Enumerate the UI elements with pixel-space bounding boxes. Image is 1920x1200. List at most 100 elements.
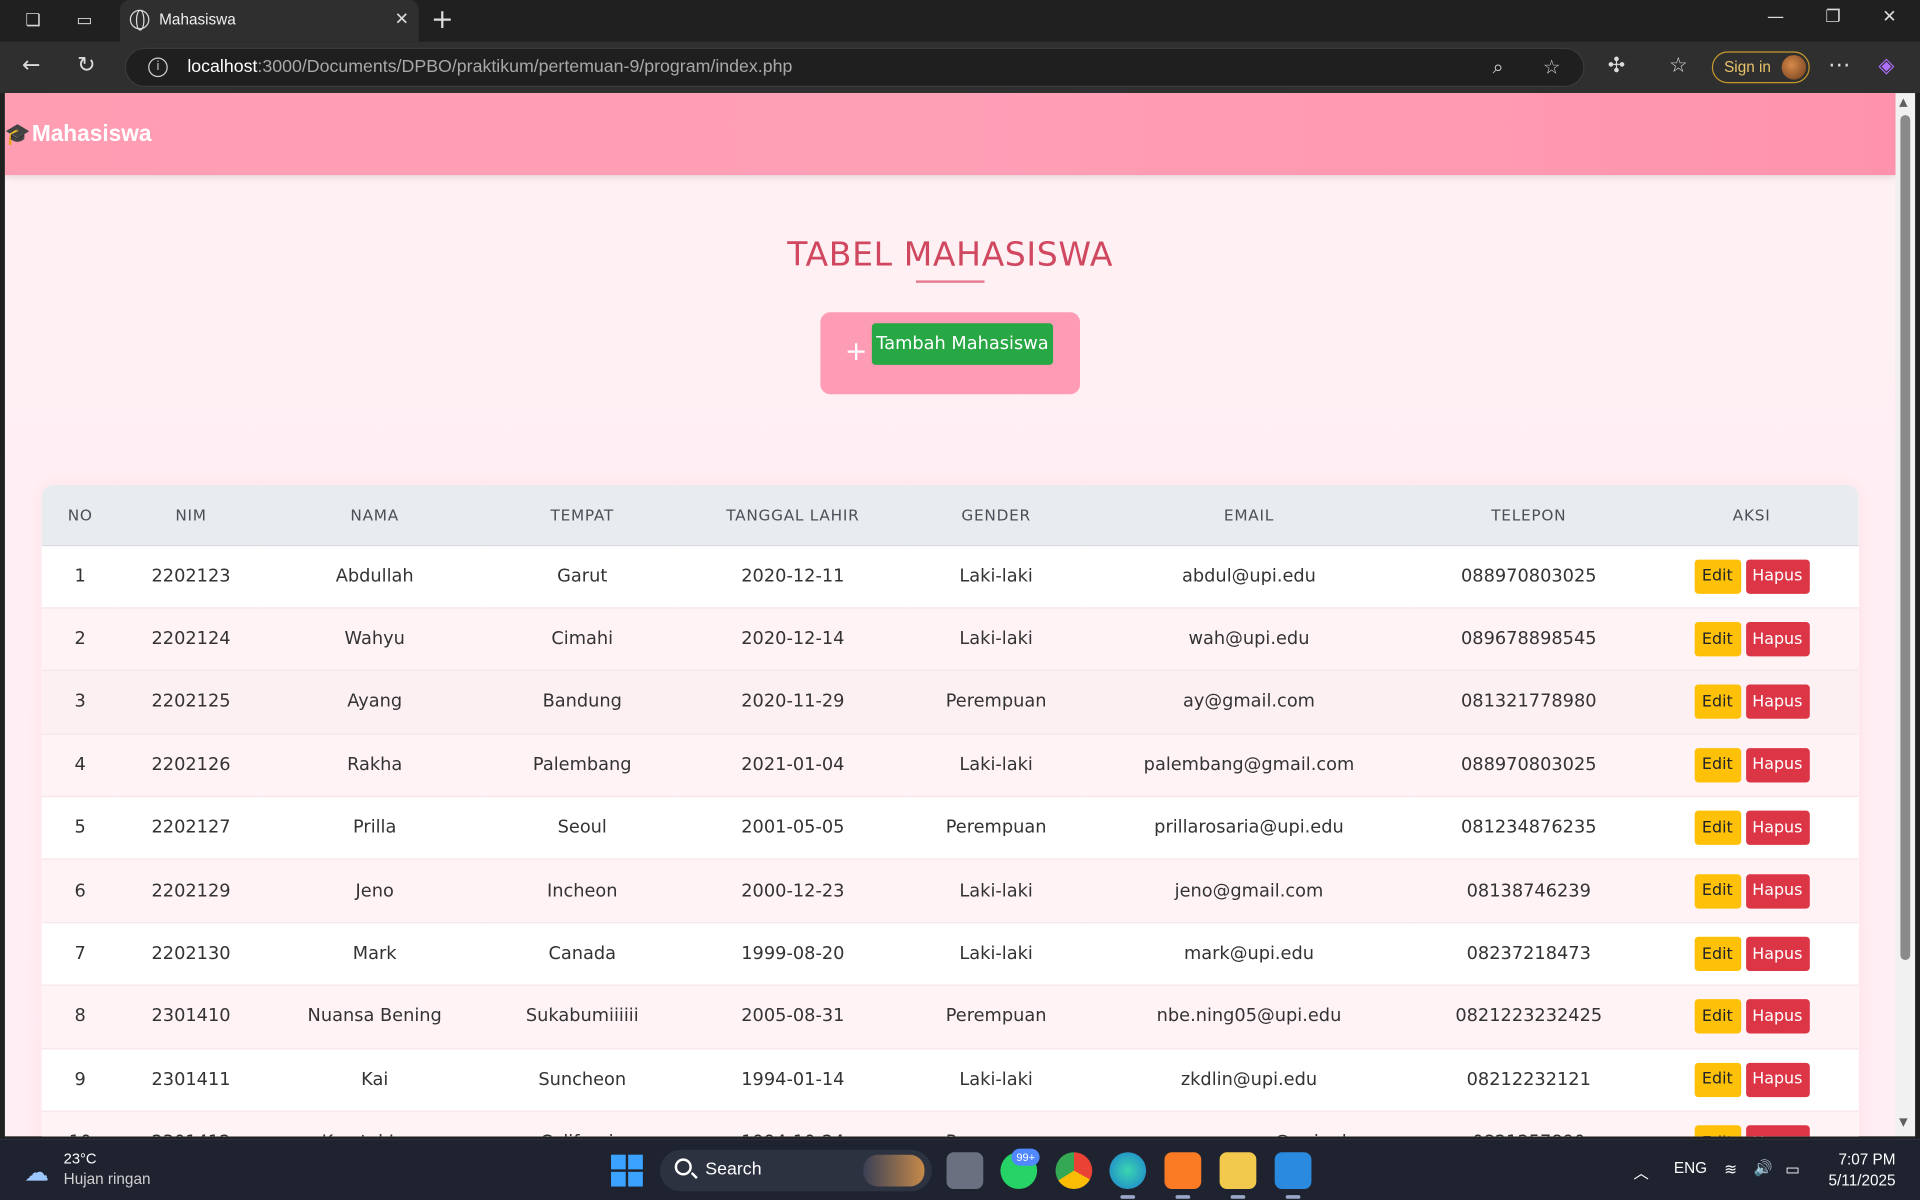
cell-aksi: EditHapus	[1644, 859, 1859, 924]
edit-button[interactable]: Edit	[1694, 936, 1741, 972]
copilot-icon[interactable]: ◈	[1878, 54, 1894, 78]
more-menu-icon[interactable]: ⋯	[1828, 53, 1850, 78]
cell-email: jeno@gmail.com	[1084, 859, 1414, 924]
table-row: 1 2202123 Abdullah Garut 2020-12-11 Laki-laki…	[41, 544, 1859, 609]
taskbar-search[interactable]: Search	[660, 1149, 932, 1192]
battery-icon[interactable]: ▭	[1785, 1160, 1799, 1178]
table-row: 5 2202127 Prilla Seoul 2001-05-05 Perempuan pr…	[41, 796, 1859, 861]
edit-button[interactable]: Edit	[1694, 810, 1741, 846]
windows-logo-tile	[611, 1154, 626, 1170]
cell-telepon: 08237218473	[1413, 922, 1645, 987]
edit-button[interactable]: Edit	[1694, 1062, 1741, 1097]
tab-actions-icon[interactable]: ▭	[73, 10, 95, 32]
vscode-icon[interactable]	[1274, 1152, 1312, 1199]
globe-icon	[129, 9, 150, 31]
cell-telepon: 08138746239	[1413, 859, 1645, 924]
edit-button[interactable]: Edit	[1694, 873, 1741, 909]
close-tab-icon[interactable]: ✕	[395, 10, 409, 30]
clock-time: 7:07 PM	[1838, 1151, 1896, 1169]
page-title: TABEL MAHASISWA	[787, 236, 1114, 275]
edit-button[interactable]: Edit	[1694, 559, 1741, 594]
cell-nama: Wahyu	[263, 607, 487, 672]
favorite-star-icon[interactable]: ☆	[1543, 55, 1561, 78]
show-hidden-icons-icon[interactable]: ︿	[1633, 1160, 1648, 1183]
cell-gender: Perempuan	[907, 796, 1085, 861]
wifi-icon[interactable]: ≋	[1724, 1160, 1737, 1178]
delete-button[interactable]: Hapus	[1745, 622, 1810, 657]
chrome-icon[interactable]	[1055, 1152, 1093, 1189]
cell-tempat: Suncheon	[486, 1048, 679, 1112]
language-indicator[interactable]: ENG	[1674, 1160, 1707, 1177]
cell-nama: Nuansa Bening	[263, 985, 487, 1049]
xampp-icon[interactable]	[1164, 1152, 1202, 1199]
header-aksi: AKSI	[1644, 484, 1859, 546]
close-window-button[interactable]: ✕	[1861, 7, 1917, 27]
cell-gender: Laki-laki	[907, 544, 1085, 609]
file-explorer-icon[interactable]	[1219, 1152, 1257, 1199]
extensions-icon[interactable]: ✣	[1608, 54, 1625, 78]
cell-tanggal: 2000-12-23	[678, 859, 908, 924]
cell-nama: Abdullah	[263, 544, 487, 609]
cell-email: nbe.ning05@upi.edu	[1084, 985, 1414, 1049]
task-view-icon[interactable]	[946, 1152, 984, 1189]
cell-no: 5	[41, 796, 119, 861]
delete-button[interactable]: Hapus	[1745, 685, 1810, 720]
delete-button[interactable]: Hapus	[1745, 936, 1810, 972]
new-tab-button[interactable]: +	[431, 7, 454, 34]
sign-in-button[interactable]: Sign in	[1711, 51, 1810, 84]
delete-button[interactable]: Hapus	[1745, 1125, 1810, 1137]
delete-button[interactable]: Hapus	[1745, 873, 1810, 909]
title-underline	[915, 280, 985, 283]
cell-no: 9	[41, 1048, 119, 1112]
brand-label: Mahasiswa	[31, 120, 152, 146]
brand[interactable]: 🎓Mahasiswa	[5, 120, 152, 147]
back-button[interactable]: ←	[22, 53, 40, 78]
cell-aksi: EditHapus	[1644, 985, 1859, 1049]
cell-nim: 2202127	[118, 796, 264, 861]
maximize-button[interactable]: ❐	[1805, 7, 1861, 27]
address-bar[interactable]: i localhost:3000/Documents/DPBO/praktiku…	[124, 47, 1585, 87]
volume-icon[interactable]: 🔊	[1753, 1160, 1772, 1178]
scroll-up-arrow-icon[interactable]: ▲	[1899, 97, 1907, 109]
browser-tab[interactable]: Mahasiswa ✕	[120, 0, 419, 42]
table-header-row: NO NIM NAMA TEMPAT TANGGAL LAHIR GENDER …	[41, 484, 1859, 546]
cell-tempat: Seoul	[486, 796, 679, 861]
edit-button[interactable]: Edit	[1694, 1125, 1741, 1137]
cell-nim: 2301411	[118, 1048, 264, 1112]
clock[interactable]: 7:07 PM 5/11/2025	[1829, 1150, 1896, 1192]
cell-tempat: Canada	[486, 922, 679, 987]
cell-tanggal: 2020-11-29	[678, 670, 908, 735]
delete-button[interactable]: Hapus	[1745, 747, 1810, 783]
minimize-button[interactable]: —	[1747, 7, 1803, 27]
edit-button[interactable]: Edit	[1694, 622, 1741, 657]
favorites-icon[interactable]: ☆	[1669, 54, 1688, 78]
site-info-icon[interactable]: i	[148, 57, 168, 78]
start-button[interactable]	[611, 1154, 643, 1187]
cell-aksi: EditHapus	[1644, 1048, 1859, 1112]
cell-tanggal: 2001-05-05	[678, 796, 908, 861]
delete-button[interactable]: Hapus	[1745, 999, 1810, 1034]
notification-badge: 99+	[1011, 1148, 1040, 1166]
edit-button[interactable]: Edit	[1694, 685, 1741, 720]
cell-tempat: California	[486, 1111, 679, 1137]
zoom-icon[interactable]: ⌕	[1493, 55, 1504, 79]
workspaces-icon[interactable]: ❏	[22, 10, 44, 32]
clock-date: 5/11/2025	[1828, 1171, 1896, 1189]
delete-button[interactable]: Hapus	[1745, 1062, 1810, 1097]
table-row: 8 2301410 Nuansa Bening Sukabumiiiiii 2005-0…	[41, 985, 1859, 1049]
edit-button[interactable]: Edit	[1694, 747, 1741, 783]
edge-icon[interactable]	[1109, 1152, 1147, 1199]
cell-nama: Mark	[263, 922, 487, 987]
page-scrollbar[interactable]: ▲ ▼	[1895, 93, 1916, 1137]
delete-button[interactable]: Hapus	[1745, 559, 1810, 594]
cell-nim: 2202125	[118, 670, 264, 735]
cell-nama: Rakha	[263, 733, 487, 798]
cell-nim: 2202129	[118, 859, 264, 924]
add-student-button[interactable]: Tambah Mahasiswa	[871, 323, 1054, 365]
refresh-button[interactable]: ↻	[77, 53, 95, 78]
scroll-down-arrow-icon[interactable]: ▼	[1899, 1117, 1907, 1129]
edit-button[interactable]: Edit	[1694, 999, 1741, 1034]
cell-nama: Jeno	[263, 859, 487, 924]
delete-button[interactable]: Hapus	[1745, 810, 1810, 846]
scrollbar-thumb[interactable]	[1900, 115, 1911, 961]
